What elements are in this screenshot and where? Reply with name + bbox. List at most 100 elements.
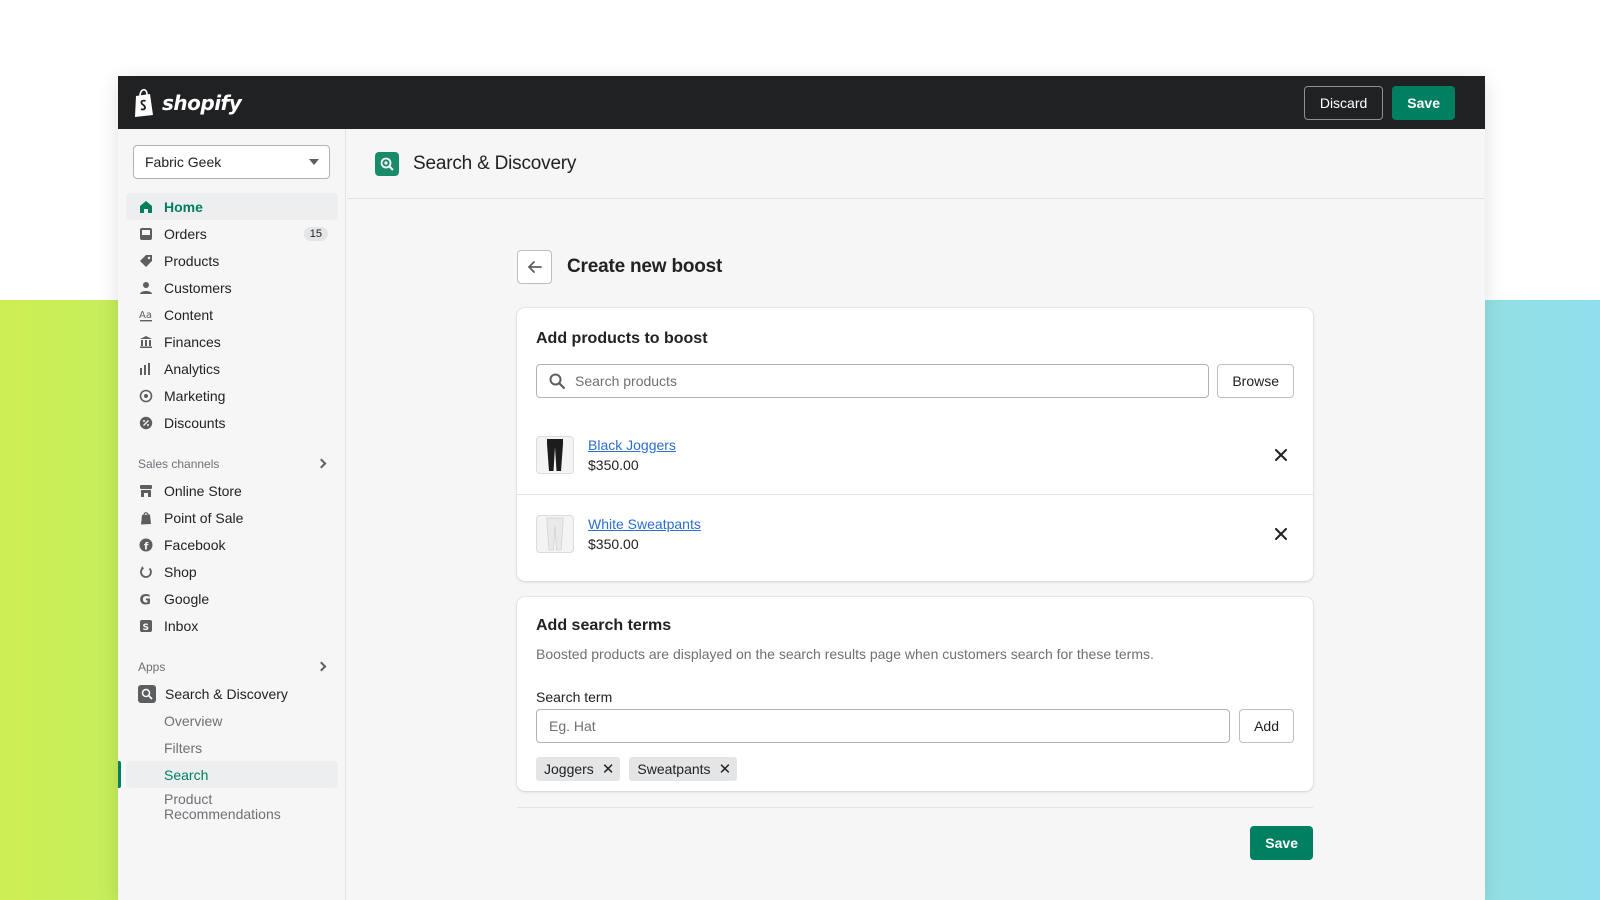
page-title: Create new boost xyxy=(567,256,723,277)
nav-item-facebook[interactable]: f Facebook xyxy=(126,531,338,558)
nav-item-google[interactable]: G Google xyxy=(126,585,338,612)
search-term-row: Eg. Hat Add xyxy=(536,709,1294,743)
search-terms-card: Add search terms Boosted products are di… xyxy=(517,597,1313,791)
section-label: Apps xyxy=(138,659,166,674)
remove-product-button[interactable] xyxy=(1271,445,1291,465)
app-title: Search & Discovery xyxy=(413,152,577,174)
remove-tag-close-icon[interactable]: ✕ xyxy=(719,760,732,778)
nav-item-finances[interactable]: Finances xyxy=(126,328,338,355)
svg-text:f: f xyxy=(144,541,149,552)
nav-label: Finances xyxy=(164,333,221,350)
search-terms-card-title: Add search terms xyxy=(536,617,672,634)
nav-item-inbox[interactable]: S Inbox xyxy=(126,612,338,639)
sales-channels-header[interactable]: Sales channels xyxy=(126,450,338,477)
tag-label: Joggers xyxy=(544,761,594,777)
nav-item-shop[interactable]: Shop xyxy=(126,558,338,585)
product-price: $350.00 xyxy=(588,535,639,552)
product-row: Black Joggers $350.00 xyxy=(517,416,1313,494)
nav-item-search-discovery[interactable]: Search & Discovery xyxy=(126,680,338,707)
chevron-right-icon xyxy=(316,661,327,672)
section-label: Sales channels xyxy=(138,456,220,471)
nav-label: Content xyxy=(164,306,214,323)
orders-count-badge: 15 xyxy=(303,226,328,241)
close-icon xyxy=(1275,449,1287,461)
nav-label: Shop xyxy=(164,563,197,580)
term-tag: Sweatpants ✕ xyxy=(629,757,738,781)
product-search-input[interactable]: Search products xyxy=(536,364,1210,398)
app-header: Search & Discovery xyxy=(347,129,1485,199)
nav-item-marketing[interactable]: Marketing xyxy=(126,382,338,409)
search-term-input[interactable]: Eg. Hat xyxy=(536,709,1231,743)
add-term-button[interactable]: Add xyxy=(1239,709,1294,743)
tag-icon xyxy=(138,253,154,269)
sub-item-overview[interactable]: Overview xyxy=(126,707,338,734)
product-link[interactable]: White Sweatpants xyxy=(588,516,701,532)
discard-button[interactable]: Discard xyxy=(1303,85,1384,120)
nav-label: Products xyxy=(164,252,220,269)
sidebar: Fabric Geek Home Orders 15 Products Cust… xyxy=(118,129,346,900)
remove-product-button[interactable] xyxy=(1271,524,1291,544)
nav-item-home[interactable]: Home xyxy=(126,193,338,220)
inbox-app-icon: S xyxy=(138,618,154,634)
sub-item-label: Product Recommendations xyxy=(164,791,281,822)
term-tags: Joggers ✕ Sweatpants ✕ xyxy=(536,757,738,781)
nav-label: Point of Sale xyxy=(164,509,244,526)
bank-icon xyxy=(138,334,154,350)
back-button[interactable] xyxy=(517,250,552,284)
content-icon: Aa xyxy=(138,307,154,323)
product-search-row: Search products Browse xyxy=(536,364,1294,398)
shop-icon xyxy=(138,564,154,580)
svg-text:Aa: Aa xyxy=(139,310,152,321)
store-name: Fabric Geek xyxy=(145,154,222,170)
search-discovery-icon xyxy=(375,151,399,176)
nav-label: Analytics xyxy=(164,360,221,377)
product-link[interactable]: Black Joggers xyxy=(588,437,676,453)
store-selector[interactable]: Fabric Geek xyxy=(133,145,330,179)
apps-header[interactable]: Apps xyxy=(126,653,338,680)
home-icon xyxy=(138,199,154,215)
sub-item-filters[interactable]: Filters xyxy=(126,734,338,761)
store-icon xyxy=(138,483,154,499)
divider xyxy=(517,807,1313,808)
discount-icon xyxy=(138,415,154,431)
nav-item-analytics[interactable]: Analytics xyxy=(126,355,338,382)
nav-item-point-of-sale[interactable]: Point of Sale xyxy=(126,504,338,531)
search-placeholder: Search products xyxy=(575,373,677,389)
sub-item-search[interactable]: Search xyxy=(118,761,338,788)
shopify-logo[interactable]: shopify xyxy=(132,88,242,118)
search-terms-description: Boosted products are displayed on the se… xyxy=(536,646,1154,662)
top-save-button[interactable]: Save xyxy=(1392,85,1455,120)
tag-label: Sweatpants xyxy=(637,761,711,777)
remove-tag-close-icon[interactable]: ✕ xyxy=(602,760,615,778)
nav-label: Google xyxy=(164,590,210,607)
arrow-left-icon xyxy=(527,261,542,273)
nav-item-customers[interactable]: Customers xyxy=(126,274,338,301)
shopify-bag-icon xyxy=(135,88,153,117)
nav-label: Facebook xyxy=(164,536,226,553)
caret-down-icon xyxy=(309,159,319,165)
sub-item-product-recommendations[interactable]: Product Recommendations xyxy=(126,788,338,828)
nav-label: Orders xyxy=(164,225,207,242)
search-term-label: Search term xyxy=(536,689,613,705)
pos-bag-icon xyxy=(138,510,154,526)
top-bar: shopify Discard Save xyxy=(118,76,1485,129)
products-card: Add products to boost Search products Br… xyxy=(517,308,1313,581)
nav-item-orders[interactable]: Orders 15 xyxy=(126,220,338,247)
top-actions: Discard Save xyxy=(1303,85,1455,120)
close-icon xyxy=(1275,527,1287,540)
page-header: Create new boost xyxy=(517,250,1313,284)
nav-item-online-store[interactable]: Online Store xyxy=(126,477,338,504)
nav-item-discounts[interactable]: Discounts xyxy=(126,409,338,436)
nav-label: Discounts xyxy=(164,414,226,431)
nav-item-content[interactable]: Aa Content xyxy=(126,301,338,328)
nav-label: Home xyxy=(164,198,203,215)
svg-text:G: G xyxy=(140,592,152,606)
product-row: White Sweatpants $350.00 xyxy=(517,494,1313,572)
chevron-right-icon xyxy=(316,458,327,469)
facebook-icon: f xyxy=(138,537,154,553)
browse-button[interactable]: Browse xyxy=(1217,364,1294,398)
nav-item-products[interactable]: Products xyxy=(126,247,338,274)
nav-label: Online Store xyxy=(164,482,242,499)
nav-label: Search & Discovery xyxy=(165,685,288,702)
save-button[interactable]: Save xyxy=(1250,826,1313,860)
